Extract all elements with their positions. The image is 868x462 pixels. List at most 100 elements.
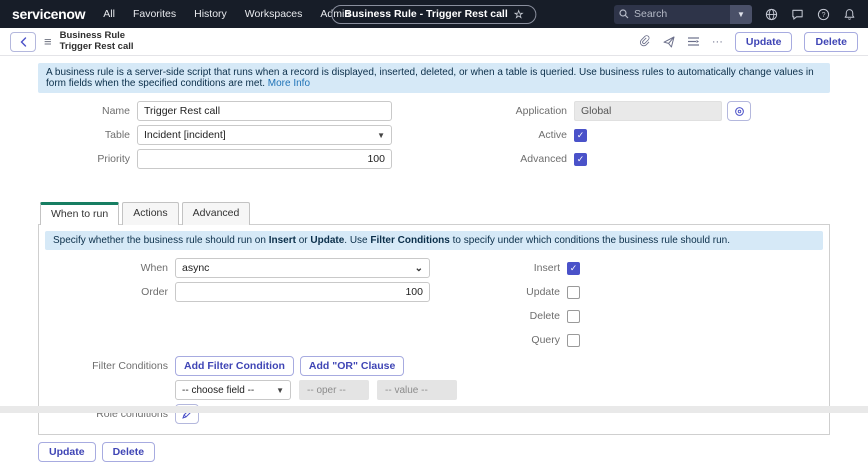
record-pill[interactable]: Business Rule - Trigger Rest call ☆ xyxy=(331,5,536,24)
when-to-run-fields: When async ⌄ Order Insert xyxy=(45,258,823,354)
insert-label: Insert xyxy=(434,262,567,274)
record-name-label: Trigger Rest call xyxy=(60,42,134,53)
order-input[interactable] xyxy=(175,282,430,302)
field-insert: Insert xyxy=(434,258,823,278)
tab-banner-bold-filter: Filter Conditions xyxy=(370,235,449,246)
active-checkbox[interactable] xyxy=(574,129,587,142)
context-menu-icon[interactable]: ≡ xyxy=(44,34,52,49)
field-delete: Delete xyxy=(434,306,823,326)
tab-banner-text: Specify whether the business rule should… xyxy=(53,235,269,246)
update-label: Update xyxy=(434,286,567,298)
tab-when-to-run[interactable]: When to run xyxy=(40,202,119,225)
tab-info-banner: Specify whether the business rule should… xyxy=(45,231,823,250)
search-icon xyxy=(614,9,634,19)
add-filter-condition-button[interactable]: Add Filter Condition xyxy=(175,356,294,376)
search-scope-dropdown[interactable]: ▼ xyxy=(730,5,752,24)
fields-left-column: Name Table Incident [incident] ▼ Priorit… xyxy=(0,101,434,173)
application-scope-button[interactable] xyxy=(727,101,751,121)
info-banner-text: A business rule is a server-side script … xyxy=(46,67,814,89)
svg-text:?: ? xyxy=(822,11,826,18)
form-fields: Name Table Incident [incident] ▼ Priorit… xyxy=(0,101,868,173)
update-checkbox[interactable] xyxy=(567,286,580,299)
field-name: Name xyxy=(0,101,434,121)
top-header: servicenow All Favorites History Workspa… xyxy=(0,0,868,28)
query-checkbox[interactable] xyxy=(567,334,580,347)
paper-plane-icon[interactable] xyxy=(663,36,675,48)
field-order: Order xyxy=(45,282,434,302)
insert-checkbox[interactable] xyxy=(567,262,580,275)
field-table: Table Incident [incident] ▼ xyxy=(0,125,434,145)
tab-actions[interactable]: Actions xyxy=(122,202,178,225)
table-select[interactable]: Incident [incident] ▼ xyxy=(137,125,392,145)
name-label: Name xyxy=(0,105,137,117)
when-select[interactable]: async ⌄ xyxy=(175,258,430,278)
field-advanced: Advanced xyxy=(434,149,868,169)
footer-actions: Update Delete xyxy=(38,442,868,462)
choose-field-value: -- choose field -- xyxy=(182,385,254,396)
nav-favorites[interactable]: Favorites xyxy=(133,8,176,20)
field-priority: Priority xyxy=(0,149,434,169)
priority-input[interactable] xyxy=(137,149,392,169)
fields-right-column: Application Global Active Advanced xyxy=(434,101,868,173)
when-select-value: async xyxy=(182,262,209,274)
field-filter-conditions: Filter Conditions Add Filter Condition A… xyxy=(45,356,823,376)
field-when: When async ⌄ xyxy=(45,258,434,278)
value-disabled-input: -- value -- xyxy=(377,380,457,400)
name-input[interactable] xyxy=(137,101,392,121)
chevron-down-icon: ▼ xyxy=(377,131,385,140)
delete-label: Delete xyxy=(434,310,567,322)
active-label: Active xyxy=(434,129,574,141)
field-update: Update xyxy=(434,282,823,302)
nav-history[interactable]: History xyxy=(194,8,227,20)
field-application: Application Global xyxy=(434,101,868,121)
add-or-clause-button[interactable]: Add "OR" Clause xyxy=(300,356,404,376)
tab-banner-bold-insert: Insert xyxy=(269,235,296,246)
chat-icon[interactable] xyxy=(791,8,804,21)
when-right-column: Insert Update Delete Query xyxy=(434,258,823,354)
more-info-link[interactable]: More Info xyxy=(268,78,310,89)
top-nav: All Favorites History Workspaces Admin xyxy=(103,8,350,20)
servicenow-logo: servicenow xyxy=(12,6,85,22)
field-query: Query xyxy=(434,330,823,350)
delete-checkbox[interactable] xyxy=(567,310,580,323)
form-header: ≡ Business Rule Trigger Rest call ··· Up… xyxy=(0,28,868,56)
tab-bar: When to run Actions Advanced xyxy=(38,201,830,224)
when-to-run-panel: Specify whether the business rule should… xyxy=(38,224,830,435)
search-input[interactable] xyxy=(634,8,722,20)
when-left-column: When async ⌄ Order xyxy=(45,258,434,354)
activity-stream-icon[interactable] xyxy=(687,36,700,47)
form-header-actions: ··· Update Delete xyxy=(639,32,858,52)
help-icon[interactable]: ? xyxy=(817,8,830,21)
header-right-group: ▼ ? xyxy=(614,5,856,24)
tab-banner-bold-update: Update xyxy=(310,235,344,246)
bell-icon[interactable] xyxy=(843,8,856,21)
choose-field-select[interactable]: -- choose field -- ▼ xyxy=(175,380,291,400)
record-pill-label: Business Rule - Trigger Rest call xyxy=(344,8,507,20)
delete-button-header[interactable]: Delete xyxy=(804,32,858,52)
nav-all[interactable]: All xyxy=(103,8,115,20)
operator-disabled-select: -- oper -- xyxy=(299,380,369,400)
tab-advanced[interactable]: Advanced xyxy=(182,202,251,225)
when-label: When xyxy=(45,262,175,274)
more-options-icon[interactable]: ··· xyxy=(712,36,723,48)
paperclip-icon[interactable] xyxy=(639,35,651,48)
record-title: Business Rule Trigger Rest call xyxy=(60,31,134,53)
global-search[interactable]: ▼ xyxy=(614,5,752,24)
chevron-down-icon: ⌄ xyxy=(415,263,423,274)
tab-section: When to run Actions Advanced Specify whe… xyxy=(38,201,830,435)
globe-icon[interactable] xyxy=(765,8,778,21)
query-label: Query xyxy=(434,334,567,346)
back-button[interactable] xyxy=(10,32,36,52)
favorite-star-icon[interactable]: ☆ xyxy=(514,8,524,21)
delete-button-footer[interactable]: Delete xyxy=(102,442,156,462)
advanced-checkbox[interactable] xyxy=(574,153,587,166)
update-button-header[interactable]: Update xyxy=(735,32,793,52)
update-button-footer[interactable]: Update xyxy=(38,442,96,462)
nav-workspaces[interactable]: Workspaces xyxy=(245,8,303,20)
info-banner: A business rule is a server-side script … xyxy=(38,63,830,93)
application-label: Application xyxy=(434,105,574,117)
application-readonly-input: Global xyxy=(574,101,722,121)
filter-condition-row: -- choose field -- ▼ -- oper -- -- value… xyxy=(45,380,823,400)
order-label: Order xyxy=(45,286,175,298)
record-type-label: Business Rule xyxy=(60,31,134,42)
